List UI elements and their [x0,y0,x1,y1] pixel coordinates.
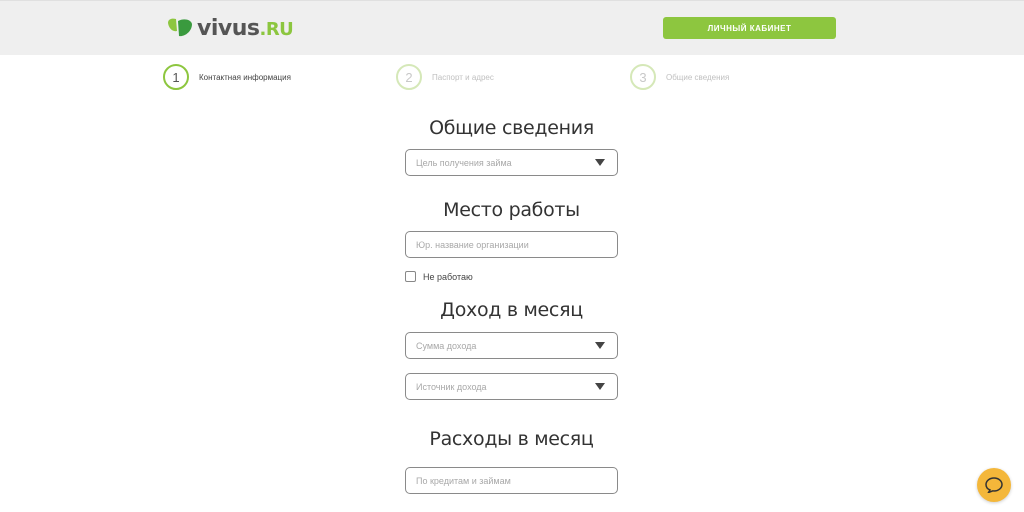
not-working-checkbox[interactable] [405,271,416,282]
step-3: 3 Общие сведения [630,62,729,92]
chat-bubble-icon [985,477,1003,493]
step-number: 2 [396,64,422,90]
chevron-down-icon [595,159,605,166]
org-name-input[interactable]: Юр. название организации [405,231,618,258]
vivus-leaf-icon [168,18,192,37]
income-amount-placeholder: Сумма дохода [416,340,477,351]
step-1: 1 Контактная информация [163,62,291,92]
income-amount-select[interactable]: Сумма дохода [405,332,618,359]
credits-expenses-placeholder: По кредитам и займам [416,475,511,486]
personal-cabinet-button[interactable]: ЛИЧНЫЙ КАБИНЕТ [663,17,836,39]
step-label: Общие сведения [666,72,730,82]
not-working-label: Не работаю [423,271,473,282]
logo-name: vivus [197,15,260,41]
logo-text: vivus.RU [197,15,294,41]
loan-purpose-placeholder: Цель получения займа [416,157,512,168]
step-label: Контактная информация [199,72,291,82]
org-name-placeholder: Юр. название организации [416,239,529,250]
income-source-placeholder: Источник дохода [416,381,487,392]
header: vivus.RU ЛИЧНЫЙ КАБИНЕТ [0,0,1024,55]
section-title-general: Общие сведения [429,117,594,139]
step-2: 2 Паспорт и адрес [396,62,494,92]
section-title-income: Доход в месяц [440,299,583,321]
credits-expenses-input[interactable]: По кредитам и займам [405,467,618,494]
income-source-select[interactable]: Источник дохода [405,373,618,400]
loan-purpose-select[interactable]: Цель получения займа [405,149,618,176]
step-label: Паспорт и адрес [432,72,494,82]
section-title-work: Место работы [443,199,580,221]
vivus-logo[interactable]: vivus.RU [167,15,294,41]
step-number: 3 [630,64,656,90]
chat-button[interactable] [977,468,1011,502]
not-working-row[interactable]: Не работаю [405,271,473,282]
chevron-down-icon [595,383,605,390]
logo-suffix: .RU [259,18,294,40]
chevron-down-icon [595,342,605,349]
section-title-expenses: Расходы в месяц [429,428,594,450]
step-number: 1 [163,64,189,90]
